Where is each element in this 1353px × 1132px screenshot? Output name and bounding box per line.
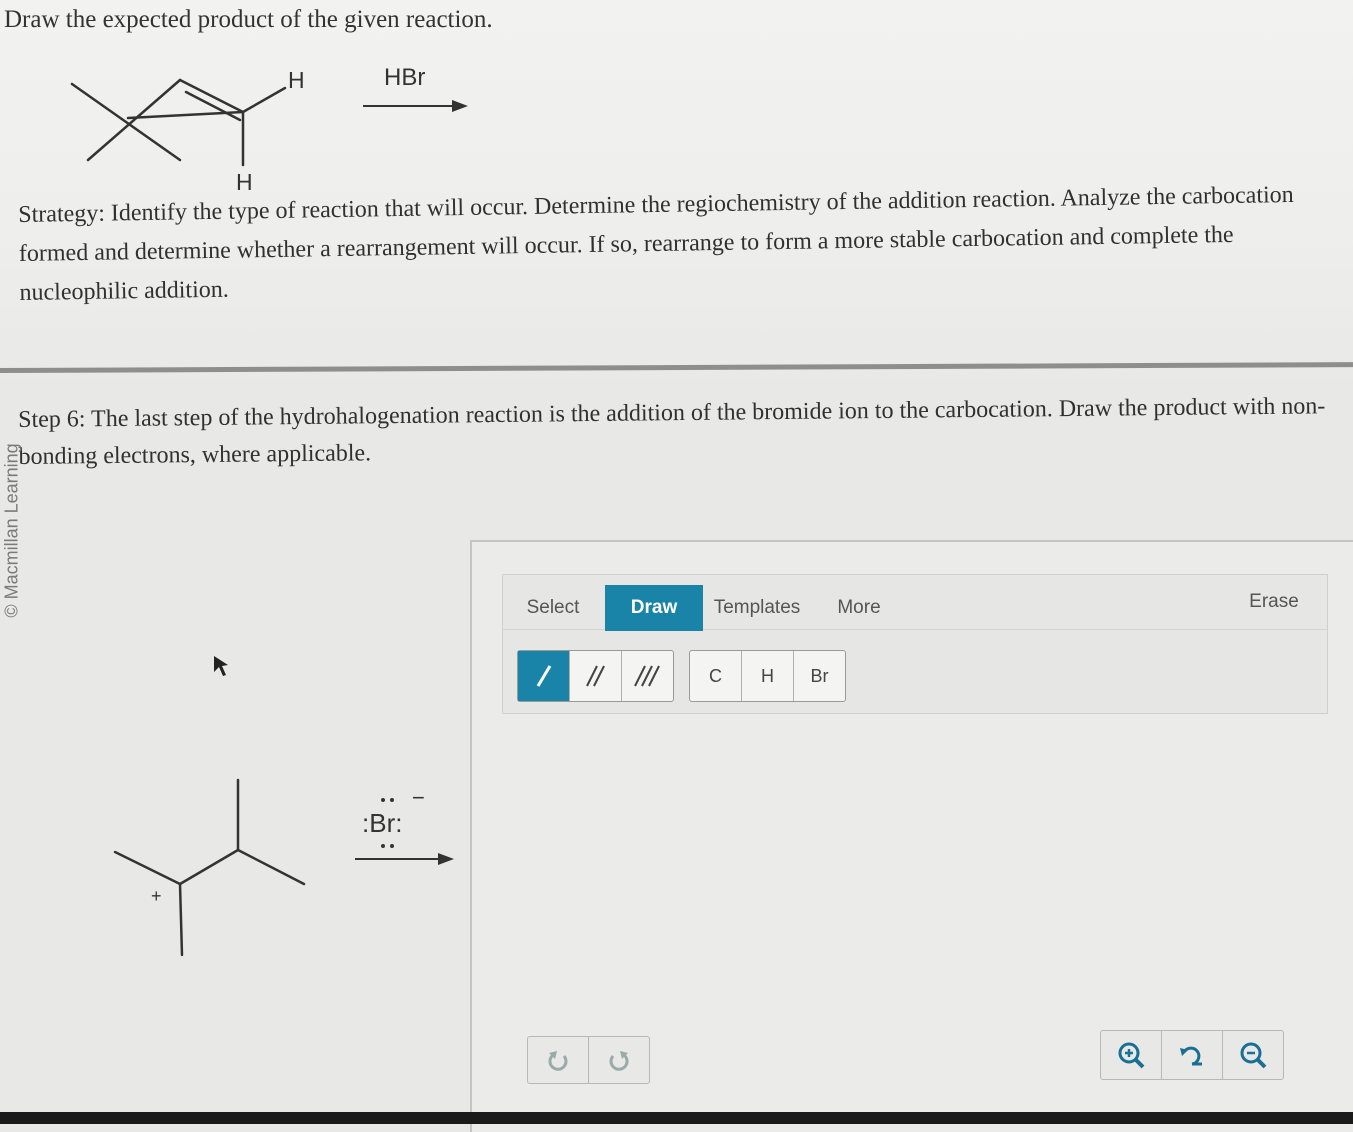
zoom-in-button[interactable] <box>1101 1031 1162 1079</box>
reactant-alkene <box>70 78 287 167</box>
h-bottom-label: H <box>236 169 253 195</box>
single-bond-button[interactable] <box>518 651 570 701</box>
zoom-controls <box>1100 1030 1284 1080</box>
history-controls <box>527 1036 650 1084</box>
bromide-charge: − <box>412 785 425 810</box>
tab-more[interactable]: More <box>829 585 889 631</box>
step-arrow <box>355 853 454 865</box>
tab-draw[interactable]: Draw <box>605 585 703 631</box>
h-top-label: H <box>288 67 305 93</box>
editor-toolbar: Select Draw Templates More Erase C H Br <box>502 574 1328 714</box>
toolbar-tabs: Select Draw Templates More Erase <box>503 575 1327 631</box>
carbocation-charge: + <box>151 886 162 906</box>
carbocation-structure <box>113 778 306 957</box>
zoom-out-icon <box>1240 1042 1267 1069</box>
bond-button-group <box>517 650 674 702</box>
triple-bond-button[interactable] <box>622 651 673 701</box>
tab-select[interactable]: Select <box>513 585 593 631</box>
copyright-label: © Macmillan Learning <box>1 443 22 618</box>
undo-icon <box>548 1051 568 1071</box>
mouse-cursor-icon <box>214 656 228 676</box>
reset-zoom-icon <box>1180 1046 1202 1066</box>
tab-templates[interactable]: Templates <box>707 585 807 631</box>
screen-bezel <box>0 1112 1353 1124</box>
strategy-text: Strategy: Identify the type of reaction … <box>18 181 1294 306</box>
single-bond-icon <box>536 665 551 687</box>
triple-bond-icon <box>633 665 660 687</box>
atom-button-c[interactable]: C <box>690 651 742 701</box>
atom-button-h[interactable]: H <box>742 651 794 701</box>
step-instruction: Step 6: The last step of the hydrohaloge… <box>18 393 1326 470</box>
double-bond-button[interactable] <box>570 651 622 701</box>
atom-button-br[interactable]: Br <box>794 651 845 701</box>
reagent-label: HBr <box>384 64 425 91</box>
redo-button[interactable] <box>589 1037 649 1083</box>
atom-button-group: C H Br <box>689 650 846 702</box>
bromide-ion-label: :Br: <box>362 808 402 838</box>
redo-icon <box>609 1051 629 1071</box>
reset-zoom-button[interactable] <box>1162 1031 1223 1079</box>
erase-button[interactable]: Erase <box>1243 579 1305 625</box>
reaction-arrow <box>363 100 468 112</box>
zoom-in-icon <box>1118 1042 1145 1069</box>
double-bond-icon <box>585 665 605 687</box>
zoom-out-button[interactable] <box>1223 1031 1283 1079</box>
undo-button[interactable] <box>528 1037 589 1083</box>
